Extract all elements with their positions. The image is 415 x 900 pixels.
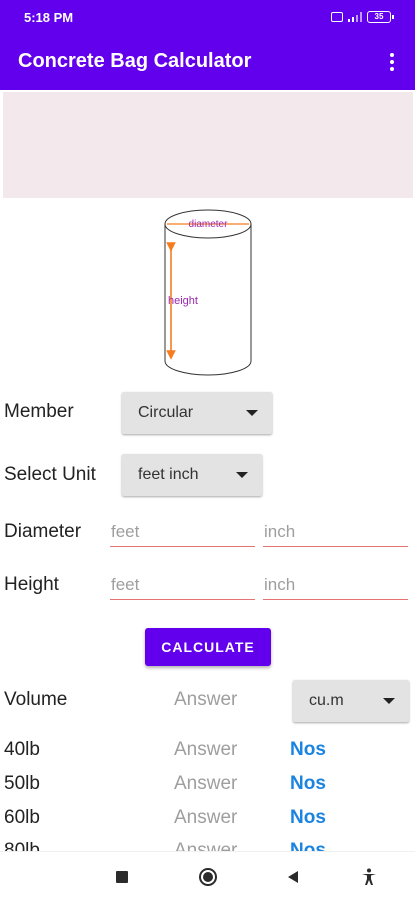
member-value: Circular (138, 404, 194, 421)
accessibility-icon[interactable] (358, 866, 380, 888)
status-time: 5:18 PM (24, 10, 74, 25)
navigation-bar (0, 851, 415, 900)
diameter-label-text: Diameter (4, 521, 82, 542)
dropdown-arrow-icon (246, 410, 258, 416)
app-title: Concrete Bag Calculator (18, 50, 252, 72)
diameter-inch-input[interactable] (263, 517, 408, 546)
ad-banner[interactable] (3, 92, 413, 198)
home-icon[interactable] (197, 866, 219, 888)
cylinder-diagram: diameter height (164, 209, 252, 376)
volume-label: Volume (4, 689, 68, 710)
member-label: Member (4, 401, 74, 422)
volume-answer: Answer (174, 689, 238, 710)
height-label-text: Height (4, 574, 59, 595)
diameter-inch-field[interactable] (263, 517, 408, 547)
bag-60lb-answer: Answer (174, 807, 238, 828)
status-icons: 35 (331, 10, 394, 24)
height-feet-field[interactable] (110, 570, 255, 600)
height-label: height (168, 295, 198, 307)
dropdown-arrow-icon (236, 472, 248, 478)
height-feet-input[interactable] (110, 570, 255, 599)
bag-40lb-label: 40lb (4, 739, 40, 760)
signal-icon (348, 12, 362, 22)
back-icon[interactable] (282, 866, 304, 888)
diameter-feet-field[interactable] (110, 517, 255, 547)
bag-50lb-label: 50lb (4, 773, 40, 794)
diameter-feet-input[interactable] (110, 517, 255, 546)
app-bar: Concrete Bag Calculator (0, 33, 415, 90)
bag-50lb-unit: Nos (290, 773, 326, 794)
calculate-button[interactable]: CALCULATE (145, 628, 271, 666)
unit-spinner[interactable]: feet inch (122, 454, 262, 496)
height-inch-field[interactable] (263, 570, 408, 600)
bag-60lb-label: 60lb (4, 807, 40, 828)
bag-40lb-unit: Nos (290, 739, 326, 760)
diameter-label: diameter (189, 219, 229, 230)
status-bar: 5:18 PM 35 (0, 0, 415, 33)
bag-60lb-unit: Nos (290, 807, 326, 828)
member-spinner[interactable]: Circular (122, 392, 272, 434)
dropdown-arrow-icon (383, 698, 395, 704)
volume-unit-value: cu.m (309, 692, 344, 709)
height-inch-input[interactable] (263, 570, 408, 599)
bag-40lb-answer: Answer (174, 739, 238, 760)
screen: 5:18 PM 35 Concrete Bag Calculator diame… (0, 0, 415, 900)
battery-icon: 35 (367, 11, 394, 23)
recents-icon[interactable] (111, 866, 133, 888)
unit-value: feet inch (138, 466, 199, 483)
overflow-menu-icon[interactable] (383, 49, 401, 75)
notification-icon (331, 12, 343, 22)
bag-50lb-answer: Answer (174, 773, 238, 794)
select-unit-label: Select Unit (4, 464, 96, 485)
volume-unit-spinner[interactable]: cu.m (293, 680, 409, 722)
